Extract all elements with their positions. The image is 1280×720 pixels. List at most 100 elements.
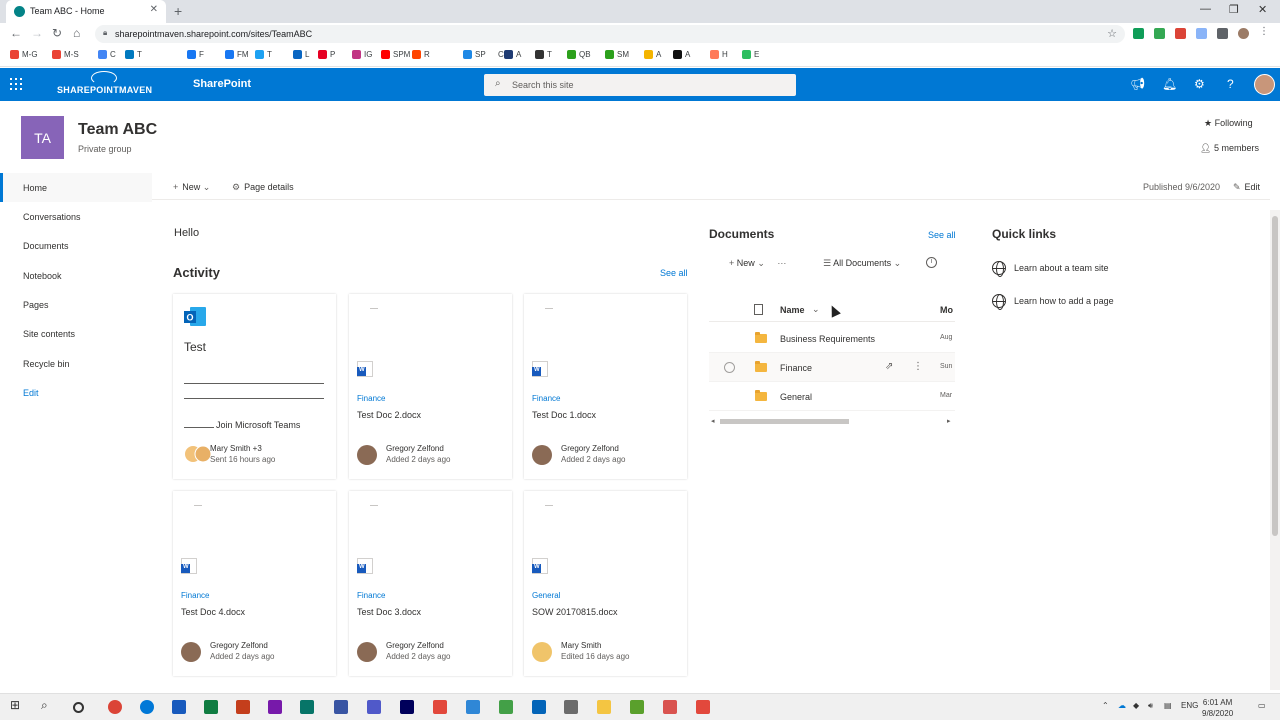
quick-link[interactable]: Learn how to add a page bbox=[992, 294, 1114, 310]
nav-item-pages[interactable]: Pages bbox=[0, 290, 152, 319]
onedrive-icon[interactable]: ☁ bbox=[1118, 701, 1126, 710]
new-button[interactable]: + New ⌄ bbox=[173, 182, 214, 193]
address-bar[interactable]: 🔒︎ sharepointmaven.sharepoint.com/sites/… bbox=[95, 25, 1125, 43]
word-icon[interactable] bbox=[172, 700, 186, 714]
bookmark-item[interactable]: SM bbox=[605, 50, 629, 59]
bookmark-item[interactable]: C bbox=[486, 50, 504, 59]
bookmark-item[interactable]: L bbox=[293, 50, 309, 59]
network-icon[interactable]: ▤ bbox=[1164, 701, 1172, 710]
card-category[interactable]: Finance bbox=[357, 394, 385, 403]
close-tab-icon[interactable]: ✕ bbox=[150, 4, 158, 15]
app-icon[interactable] bbox=[663, 700, 677, 714]
extension-icon[interactable] bbox=[1154, 28, 1165, 39]
documents-see-all-link[interactable]: See all bbox=[928, 230, 956, 240]
members-button[interactable]: 👤︎ 5 members bbox=[1200, 143, 1259, 154]
nav-item-home[interactable]: Home bbox=[0, 173, 152, 202]
system-clock[interactable]: 6:01 AM 9/8/2020 bbox=[1202, 697, 1233, 719]
column-name[interactable]: Name bbox=[780, 305, 805, 315]
document-row[interactable]: Finance ⇗ ⋮ Sun bbox=[709, 353, 955, 382]
quick-link[interactable]: Learn about a team site bbox=[992, 261, 1109, 277]
tray-chevron-icon[interactable]: ⌃ bbox=[1102, 701, 1109, 710]
bookmark-item[interactable]: FM bbox=[225, 50, 249, 59]
page-details-button[interactable]: ⚙ Page details bbox=[232, 182, 294, 193]
maximize-icon[interactable]: ❐ bbox=[1229, 3, 1239, 16]
card-category[interactable]: Finance bbox=[181, 591, 209, 600]
camtasia-icon[interactable] bbox=[499, 700, 513, 714]
new-tab-icon[interactable]: + bbox=[174, 3, 182, 19]
more-options-icon[interactable]: ··· bbox=[777, 258, 786, 268]
document-row[interactable]: General Mar bbox=[709, 382, 955, 411]
settings-gear-icon[interactable]: ⚙ bbox=[1194, 77, 1205, 91]
bookmark-item[interactable]: M-G bbox=[10, 50, 38, 59]
document-name[interactable]: Business Requirements bbox=[780, 334, 875, 344]
excel-icon[interactable] bbox=[204, 700, 218, 714]
extension-icon[interactable] bbox=[1196, 28, 1207, 39]
volume-icon[interactable]: 🔊︎ bbox=[1148, 701, 1153, 711]
bookmark-item[interactable]: IG bbox=[352, 50, 372, 59]
chrome-icon[interactable] bbox=[108, 700, 122, 714]
card-category[interactable]: Finance bbox=[357, 591, 385, 600]
nav-item-conversations[interactable]: Conversations bbox=[0, 202, 152, 231]
forward-icon[interactable]: → bbox=[31, 26, 43, 40]
site-search[interactable]: ⌕ bbox=[484, 74, 796, 96]
card-file-name[interactable]: Test Doc 3.docx bbox=[357, 607, 421, 617]
card-file-name[interactable]: SOW 20170815.docx bbox=[532, 607, 618, 617]
activity-card[interactable]: W General SOW 20170815.docx Mary Smith E… bbox=[524, 491, 687, 676]
document-name[interactable]: General bbox=[780, 392, 812, 402]
bookmark-item[interactable]: R bbox=[412, 50, 430, 59]
edit-page-button[interactable]: ✎ Edit bbox=[1233, 182, 1260, 193]
share-icon[interactable]: ⇗ bbox=[885, 361, 893, 372]
bookmark-item[interactable]: E bbox=[742, 50, 759, 59]
nav-item-notebook[interactable]: Notebook bbox=[0, 261, 152, 290]
nav-item-documents[interactable]: Documents bbox=[0, 231, 152, 260]
powerpoint-icon[interactable] bbox=[236, 700, 250, 714]
snagit-editor-icon[interactable] bbox=[696, 700, 710, 714]
app-name[interactable]: SharePoint bbox=[193, 78, 251, 90]
nav-edit-link[interactable]: Edit bbox=[0, 378, 152, 407]
language-indicator[interactable]: ENG bbox=[1181, 701, 1198, 710]
notifications-bell-icon[interactable]: 🔔︎ bbox=[1162, 77, 1177, 91]
site-logo[interactable]: TA bbox=[21, 116, 64, 159]
user-avatar[interactable] bbox=[1254, 74, 1275, 95]
extensions-puzzle-icon[interactable] bbox=[1217, 28, 1228, 39]
column-modified[interactable]: Mo bbox=[940, 305, 953, 315]
bookmark-item[interactable]: M-S bbox=[52, 50, 79, 59]
megaphone-icon[interactable]: 📢︎ bbox=[1130, 77, 1145, 91]
more-actions-icon[interactable]: ⋮ bbox=[913, 361, 923, 372]
home-icon[interactable]: ⌂ bbox=[73, 26, 80, 40]
window-close-icon[interactable]: ✕ bbox=[1258, 3, 1267, 16]
bookmark-item[interactable]: T bbox=[535, 50, 552, 59]
activity-card-test[interactable]: O Test Join Microsoft Teams Mary Smith +… bbox=[173, 294, 336, 479]
document-row[interactable]: Business Requirements Aug bbox=[709, 324, 955, 353]
edge-icon[interactable] bbox=[140, 700, 154, 714]
file-explorer-icon[interactable] bbox=[597, 700, 611, 714]
bookmark-item[interactable]: H bbox=[710, 50, 728, 59]
bookmark-item[interactable]: A bbox=[504, 50, 521, 59]
bookmark-item[interactable]: A bbox=[644, 50, 661, 59]
bookmark-item[interactable]: T bbox=[125, 50, 142, 59]
following-button[interactable]: ★ Following bbox=[1204, 118, 1253, 129]
browser-menu-icon[interactable]: ⋮ bbox=[1259, 26, 1270, 37]
scrollbar-thumb[interactable] bbox=[720, 419, 849, 424]
reload-icon[interactable]: ↻ bbox=[52, 26, 62, 40]
dropbox-icon[interactable]: ◆ bbox=[1133, 701, 1139, 710]
card-category[interactable]: Finance bbox=[532, 394, 560, 403]
profile-avatar[interactable] bbox=[1238, 28, 1249, 39]
row-select-radio[interactable] bbox=[724, 362, 735, 373]
activity-card[interactable]: W Finance Test Doc 4.docx Gregory Zelfon… bbox=[173, 491, 336, 676]
file-type-icon[interactable] bbox=[754, 304, 763, 315]
card-category[interactable]: General bbox=[532, 591, 560, 600]
skype-icon[interactable] bbox=[466, 700, 480, 714]
card-file-name[interactable]: Test Doc 1.docx bbox=[532, 410, 596, 420]
windows-start-icon[interactable]: ⊞ bbox=[10, 698, 24, 712]
nav-item-site-contents[interactable]: Site contents bbox=[0, 319, 152, 348]
document-name[interactable]: Finance bbox=[780, 363, 812, 373]
help-icon[interactable]: ? bbox=[1227, 77, 1234, 91]
bookmark-item[interactable]: F bbox=[187, 50, 204, 59]
scroll-right-icon[interactable]: ▸ bbox=[947, 417, 951, 425]
visio-icon[interactable] bbox=[334, 700, 348, 714]
search-input[interactable] bbox=[512, 77, 782, 93]
bookmark-star-icon[interactable]: ☆ bbox=[1107, 27, 1117, 40]
snagit-icon[interactable] bbox=[433, 700, 447, 714]
bookmark-item[interactable]: T bbox=[255, 50, 272, 59]
